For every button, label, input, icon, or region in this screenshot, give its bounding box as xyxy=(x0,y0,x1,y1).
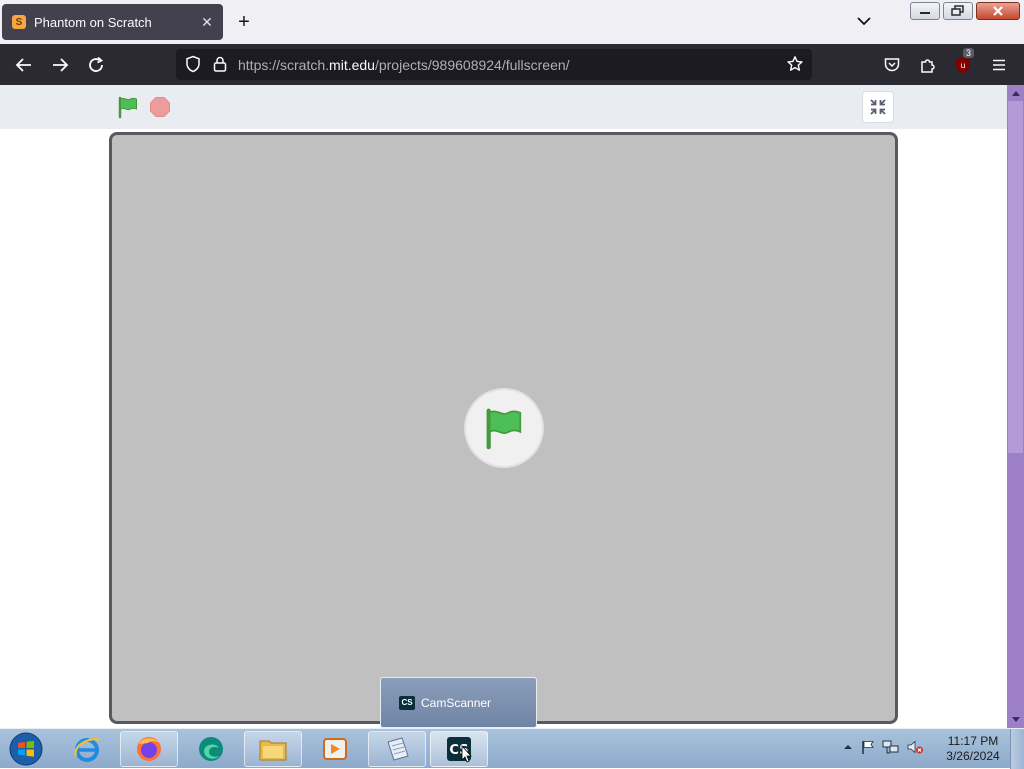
unfullscreen-icon xyxy=(870,99,886,115)
folder-icon xyxy=(259,740,287,761)
action-center-icon[interactable] xyxy=(860,739,876,760)
url-prefix: https://scratch. xyxy=(238,57,330,73)
puzzle-icon xyxy=(921,59,935,73)
ublock-shield-icon: u xyxy=(956,57,970,74)
extensions-button[interactable] xyxy=(916,53,940,77)
restore-button[interactable] xyxy=(943,2,973,20)
exit-fullscreen-button[interactable] xyxy=(862,91,894,123)
app-menu-button[interactable] xyxy=(987,53,1011,77)
tab-title: Phantom on Scratch xyxy=(34,14,152,30)
bookmark-star-icon[interactable] xyxy=(786,55,804,78)
reload-button[interactable] xyxy=(84,53,108,77)
close-window-button[interactable] xyxy=(976,2,1020,20)
show-desktop-button[interactable] xyxy=(1010,729,1024,769)
scroll-up-button[interactable] xyxy=(1007,85,1024,101)
camscanner-popup-label: CamScanner xyxy=(421,695,492,710)
pocket-icon xyxy=(884,58,900,72)
lock-icon[interactable] xyxy=(211,55,229,78)
chevron-down-icon xyxy=(857,17,871,26)
network-icon xyxy=(882,740,899,753)
file-explorer-taskbar-button[interactable] xyxy=(244,731,302,767)
url-path: /projects/989608924/fullscreen/ xyxy=(374,57,570,73)
media-player-taskbar-button[interactable] xyxy=(306,731,364,767)
chevron-up-icon xyxy=(844,745,852,749)
browser-tab[interactable]: S Phantom on Scratch ✕ xyxy=(2,4,223,40)
close-tab-icon[interactable]: ✕ xyxy=(199,14,215,30)
windows-logo-icon xyxy=(9,732,43,766)
camscanner-thumbnail-popup[interactable]: CS CamScanner xyxy=(380,677,537,728)
back-arrow-icon xyxy=(15,58,31,72)
camscanner-icon: CS xyxy=(447,737,472,763)
network-icon[interactable] xyxy=(882,739,900,760)
tracking-protection-icon[interactable] xyxy=(184,55,202,78)
back-button[interactable] xyxy=(12,53,36,77)
scroll-up-icon xyxy=(1011,91,1020,96)
extension-badge-count: 3 xyxy=(963,48,975,58)
hamburger-menu-icon xyxy=(993,59,1005,71)
url-domain: mit.edu xyxy=(329,57,375,73)
scrollbar-thumb[interactable] xyxy=(1008,101,1023,453)
forward-arrow-icon xyxy=(53,58,69,72)
close-icon xyxy=(993,6,1003,16)
system-tray xyxy=(842,729,924,769)
stage-start-overlay[interactable] xyxy=(464,388,544,468)
edge-icon xyxy=(199,737,223,761)
new-tab-button[interactable]: + xyxy=(233,11,255,33)
green-flag-icon xyxy=(486,408,522,450)
camscanner-icon: CS xyxy=(399,695,415,710)
scratch-fullscreen-page xyxy=(0,85,1007,728)
notepad-icon xyxy=(387,737,409,761)
tab-strip: S Phantom on Scratch ✕ + xyxy=(0,0,1024,44)
url-text[interactable]: https://scratch.mit.edu/projects/9896089… xyxy=(238,57,570,73)
svg-text:u: u xyxy=(960,61,965,70)
internet-explorer-icon xyxy=(74,737,101,762)
media-player-icon xyxy=(323,738,347,760)
speaker-muted-icon xyxy=(907,740,923,753)
green-flag-button[interactable] xyxy=(116,95,140,119)
window-controls xyxy=(910,2,1020,20)
firefox-icon xyxy=(137,737,161,761)
minimize-icon xyxy=(920,12,930,14)
list-all-tabs-button[interactable] xyxy=(853,10,875,32)
volume-muted-icon[interactable] xyxy=(906,739,924,760)
green-flag-icon xyxy=(118,96,137,119)
windows-taskbar: CS 11:17 PM 3/26/2024 xyxy=(0,728,1024,769)
firefox-taskbar-button[interactable] xyxy=(120,731,178,767)
clock-date: 3/26/2024 xyxy=(946,749,1000,763)
navigation-toolbar: https://scratch.mit.edu/projects/9896089… xyxy=(0,44,1024,85)
minimize-button[interactable] xyxy=(910,2,940,20)
stop-icon xyxy=(150,97,170,117)
camscanner-taskbar-button[interactable]: CS xyxy=(430,731,488,767)
project-stage[interactable] xyxy=(109,132,898,724)
clock-time: 11:17 PM xyxy=(947,734,999,748)
scratch-cat-icon: S xyxy=(12,15,26,29)
edge-taskbar-button[interactable] xyxy=(182,731,240,767)
stop-button[interactable] xyxy=(149,96,171,118)
pocket-button[interactable] xyxy=(880,53,904,77)
address-bar[interactable]: https://scratch.mit.edu/projects/9896089… xyxy=(176,49,812,80)
show-hidden-icons-button[interactable] xyxy=(842,740,854,758)
reload-icon xyxy=(89,56,104,72)
flag-icon xyxy=(862,740,874,754)
page-scrollbar[interactable] xyxy=(1007,85,1024,728)
restore-icon xyxy=(951,5,964,16)
forward-button[interactable] xyxy=(48,53,72,77)
scroll-down-button[interactable] xyxy=(1007,712,1024,728)
stage-controls-bar xyxy=(0,85,1007,129)
notepad-taskbar-button[interactable] xyxy=(368,731,426,767)
internet-explorer-taskbar-button[interactable] xyxy=(58,731,116,767)
start-button[interactable] xyxy=(4,730,48,768)
taskbar-clock[interactable]: 11:17 PM 3/26/2024 xyxy=(940,734,1006,764)
ublock-button[interactable]: u 3 xyxy=(951,48,975,77)
scroll-down-icon xyxy=(1011,717,1020,722)
